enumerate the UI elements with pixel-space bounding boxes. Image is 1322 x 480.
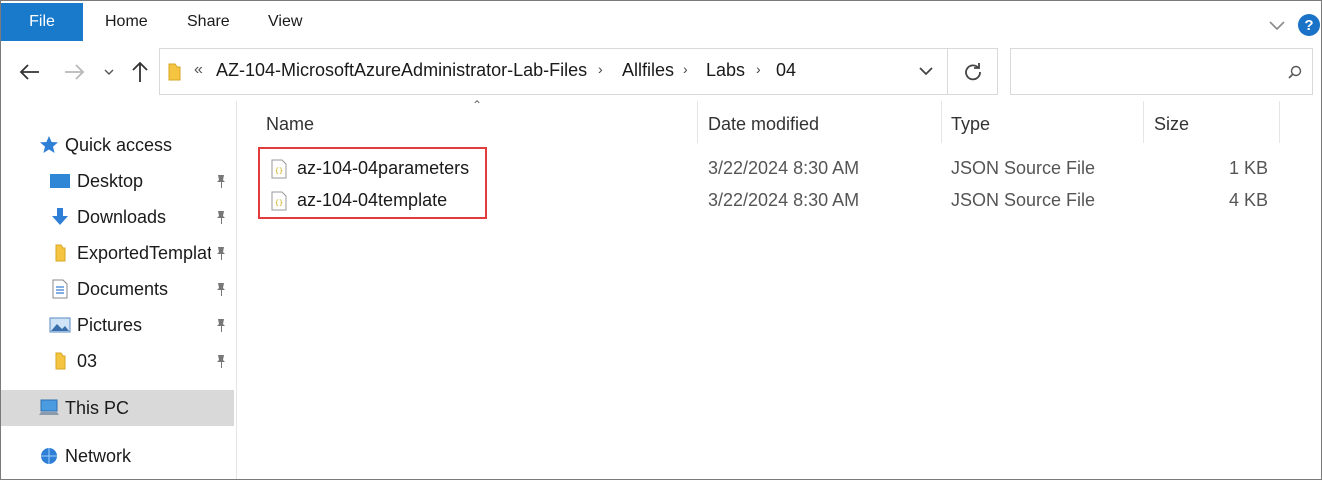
address-bar[interactable]: « AZ-104-MicrosoftAzureAdministrator-Lab…	[159, 48, 948, 95]
recent-locations-button[interactable]	[101, 59, 117, 85]
tab-home[interactable]: Home	[105, 3, 148, 41]
file-type: JSON Source File	[951, 158, 1096, 178]
search-icon	[1288, 65, 1302, 79]
sidebar-item-label: Downloads	[77, 206, 167, 227]
sidebar-item-documents[interactable]: Documents	[1, 271, 234, 307]
sidebar-item-label: 03	[77, 350, 98, 371]
downloads-icon	[49, 206, 71, 228]
back-button[interactable]	[15, 59, 45, 85]
explorer-window: File Home Share View ? « AZ-104-Microsof…	[0, 0, 1322, 480]
sort-ascending-icon: ⌃	[472, 98, 483, 112]
pictures-icon	[49, 314, 71, 336]
navigation-pane: Quick access Desktop Downloads ExportedT…	[1, 101, 237, 479]
pin-icon[interactable]	[213, 317, 229, 333]
column-divider[interactable]	[697, 101, 698, 143]
pin-icon[interactable]	[213, 353, 229, 369]
highlight-box	[258, 147, 487, 219]
forward-arrow-icon	[65, 64, 85, 80]
refresh-button[interactable]	[948, 48, 998, 95]
search-input[interactable]	[1010, 48, 1313, 95]
folder-icon	[49, 242, 71, 264]
sidebar-item-label: Quick access	[65, 134, 173, 155]
pin-icon[interactable]	[213, 173, 229, 189]
up-arrow-icon	[132, 61, 148, 82]
sidebar-item-label: This PC	[65, 397, 130, 418]
refresh-icon	[964, 62, 981, 80]
tab-share[interactable]: Share	[187, 3, 230, 41]
tab-view[interactable]: View	[268, 3, 302, 41]
sidebar-item-desktop[interactable]: Desktop	[1, 163, 234, 199]
sidebar-item-exportedtemplat[interactable]: ExportedTemplat	[1, 235, 234, 271]
column-divider[interactable]	[941, 101, 942, 143]
desktop-icon	[49, 170, 71, 192]
sidebar-item-label: Pictures	[77, 314, 143, 335]
network-icon	[38, 445, 60, 467]
tab-file[interactable]: File	[1, 3, 83, 41]
chevron-down-icon	[104, 69, 114, 75]
column-header-type[interactable]: Type	[951, 114, 990, 135]
back-arrow-icon	[19, 64, 39, 80]
sidebar-item-label: Desktop	[77, 170, 144, 191]
breadcrumb-separator[interactable]: ›	[756, 61, 761, 77]
sidebar-item-label: Documents	[77, 278, 169, 299]
sidebar-item-label: Network	[65, 445, 132, 466]
up-button[interactable]	[127, 59, 153, 85]
breadcrumb-separator[interactable]: ›	[598, 61, 603, 77]
column-header-size[interactable]: Size	[1154, 114, 1189, 135]
file-date: 3/22/2024 8:30 AM	[708, 158, 860, 178]
documents-icon	[49, 278, 71, 300]
sidebar-item-label: ExportedTemplat	[77, 242, 211, 263]
sidebar-item-downloads[interactable]: Downloads	[1, 199, 234, 235]
file-size: 4 KB	[1228, 190, 1268, 210]
column-divider[interactable]	[1279, 101, 1280, 143]
column-header-date-modified[interactable]: Date modified	[708, 114, 819, 135]
star-icon	[38, 134, 60, 156]
address-overflow-chevron[interactable]: «	[194, 61, 203, 79]
breadcrumb-separator[interactable]: ›	[683, 61, 688, 77]
sidebar-item-03[interactable]: 03	[1, 343, 234, 379]
file-size: 1 KB	[1228, 158, 1268, 178]
column-divider[interactable]	[1143, 101, 1144, 143]
breadcrumb-lab-files[interactable]: AZ-104-MicrosoftAzureAdministrator-Lab-F…	[216, 60, 587, 81]
ribbon: File Home Share View ?	[1, 1, 1321, 47]
pin-icon[interactable]	[213, 209, 229, 225]
breadcrumb-04[interactable]: 04	[776, 60, 796, 81]
address-dropdown-chevron-icon[interactable]	[918, 65, 934, 77]
forward-button[interactable]	[59, 59, 89, 85]
sidebar-item-pictures[interactable]: Pictures	[1, 307, 234, 343]
column-header-name[interactable]: Name	[266, 114, 314, 135]
expand-ribbon-chevron-icon[interactable]	[1267, 15, 1287, 35]
folder-icon	[168, 63, 181, 81]
folder-icon	[49, 350, 71, 372]
help-icon[interactable]: ?	[1298, 14, 1320, 36]
breadcrumb-labs[interactable]: Labs	[706, 60, 745, 81]
pin-icon[interactable]	[213, 245, 229, 261]
file-date: 3/22/2024 8:30 AM	[708, 190, 860, 210]
file-type: JSON Source File	[951, 190, 1096, 210]
pin-icon[interactable]	[213, 281, 229, 297]
sidebar-item-network[interactable]: Network	[1, 438, 234, 474]
sidebar-item-quick-access[interactable]: Quick access	[1, 127, 234, 163]
computer-icon	[38, 397, 60, 419]
breadcrumb-allfiles[interactable]: Allfiles	[622, 60, 674, 81]
sidebar-item-this-pc[interactable]: This PC	[1, 390, 234, 426]
